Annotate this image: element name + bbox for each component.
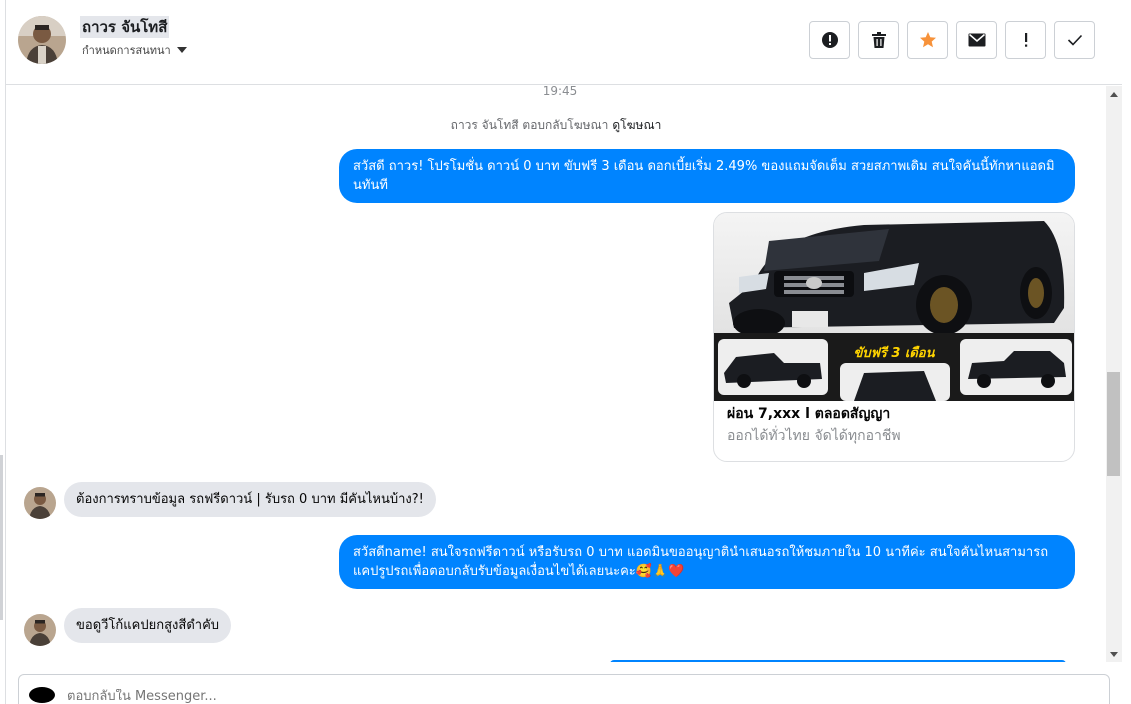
- messenger-inbox-window: ถาวร จันโทสี กำหนดการสนทนา 19:45 ถาวร จั…: [0, 0, 1131, 704]
- ad-reply-notice: ถาวร จันโทสี ตอบกลับโฆษณา ดูโฆษณา: [6, 116, 1106, 135]
- contact-avatar-small: [24, 487, 56, 519]
- ad-card[interactable]: ขับฟรี 3 เดือน ผ่อน 7,xxx l ตลอดสัญญา ออ…: [713, 212, 1075, 462]
- contact-avatar-small: [24, 614, 56, 646]
- caret-down-icon: [176, 47, 187, 53]
- star-button[interactable]: [907, 21, 948, 59]
- ad-image: ขับฟรี 3 เดือน: [714, 213, 1074, 401]
- follow-up-button[interactable]: [1005, 21, 1046, 59]
- partial-message-bubble: [610, 660, 1066, 662]
- scrollbar-thumb[interactable]: [1107, 372, 1120, 476]
- view-ad-link[interactable]: ดูโฆษณา: [612, 118, 661, 132]
- conversation-toolbar: [809, 21, 1095, 59]
- reply-composer[interactable]: [18, 674, 1110, 704]
- trash-icon: [871, 32, 886, 48]
- ad-reply-text: ถาวร จันโทสี ตอบกลับโฆษณา: [450, 118, 609, 132]
- alert-circle-icon: [821, 32, 838, 48]
- mark-done-button[interactable]: [1054, 21, 1095, 59]
- contact-name[interactable]: ถาวร จันโทสี: [80, 16, 170, 38]
- message-timestamp: 19:45: [542, 86, 578, 98]
- contact-avatar[interactable]: [18, 16, 66, 64]
- conversation-status-label: กำหนดการสนทนา: [82, 44, 171, 57]
- outgoing-message: สวัสดี ถาวร! โปรโมชั่น ดาวน์ 0 บาท ขับฟร…: [339, 149, 1075, 203]
- scroll-up-arrow[interactable]: [1106, 88, 1122, 100]
- scroll-down-arrow[interactable]: [1106, 648, 1122, 660]
- check-icon: [1067, 34, 1082, 46]
- message-thread: 19:45 ถาวร จันโทสี ตอบกลับโฆษณา ดูโฆษณา ส…: [6, 86, 1106, 662]
- ad-subtitle: ออกได้ทั่วไทย จัดได้ทุกอาชีพ: [727, 428, 901, 444]
- ad-title: ผ่อน 7,xxx l ตลอดสัญญา: [727, 406, 891, 422]
- page-logo: [29, 687, 55, 703]
- exclamation-icon: [1024, 33, 1027, 47]
- conversation-header: ถาวร จันโทสี กำหนดการสนทนา: [6, 0, 1122, 85]
- star-icon: [919, 32, 936, 48]
- mark-unread-button[interactable]: [956, 21, 997, 59]
- conversation-status-dropdown[interactable]: กำหนดการสนทนา: [82, 41, 187, 59]
- delete-button[interactable]: [858, 21, 899, 59]
- incoming-message: ขอดูวีโก้แคปยกสูงสีดำคับ: [64, 608, 232, 643]
- outgoing-message: สวัสดีname! สนใจรถฟรีดาวน์ หรือรับรถ 0 บ…: [339, 535, 1075, 589]
- left-panel-scroll-mark: [0, 455, 3, 620]
- envelope-icon: [968, 33, 985, 47]
- thread-scrollbar[interactable]: [1106, 86, 1122, 662]
- reply-input[interactable]: [67, 689, 967, 704]
- mark-spam-button[interactable]: [809, 21, 850, 59]
- ad-banner-text: ขับฟรี 3 เดือน: [853, 345, 935, 361]
- incoming-message: ต้องการทราบข้อมูล รถฟรีดาวน์ | รับรถ 0 บ…: [64, 482, 436, 517]
